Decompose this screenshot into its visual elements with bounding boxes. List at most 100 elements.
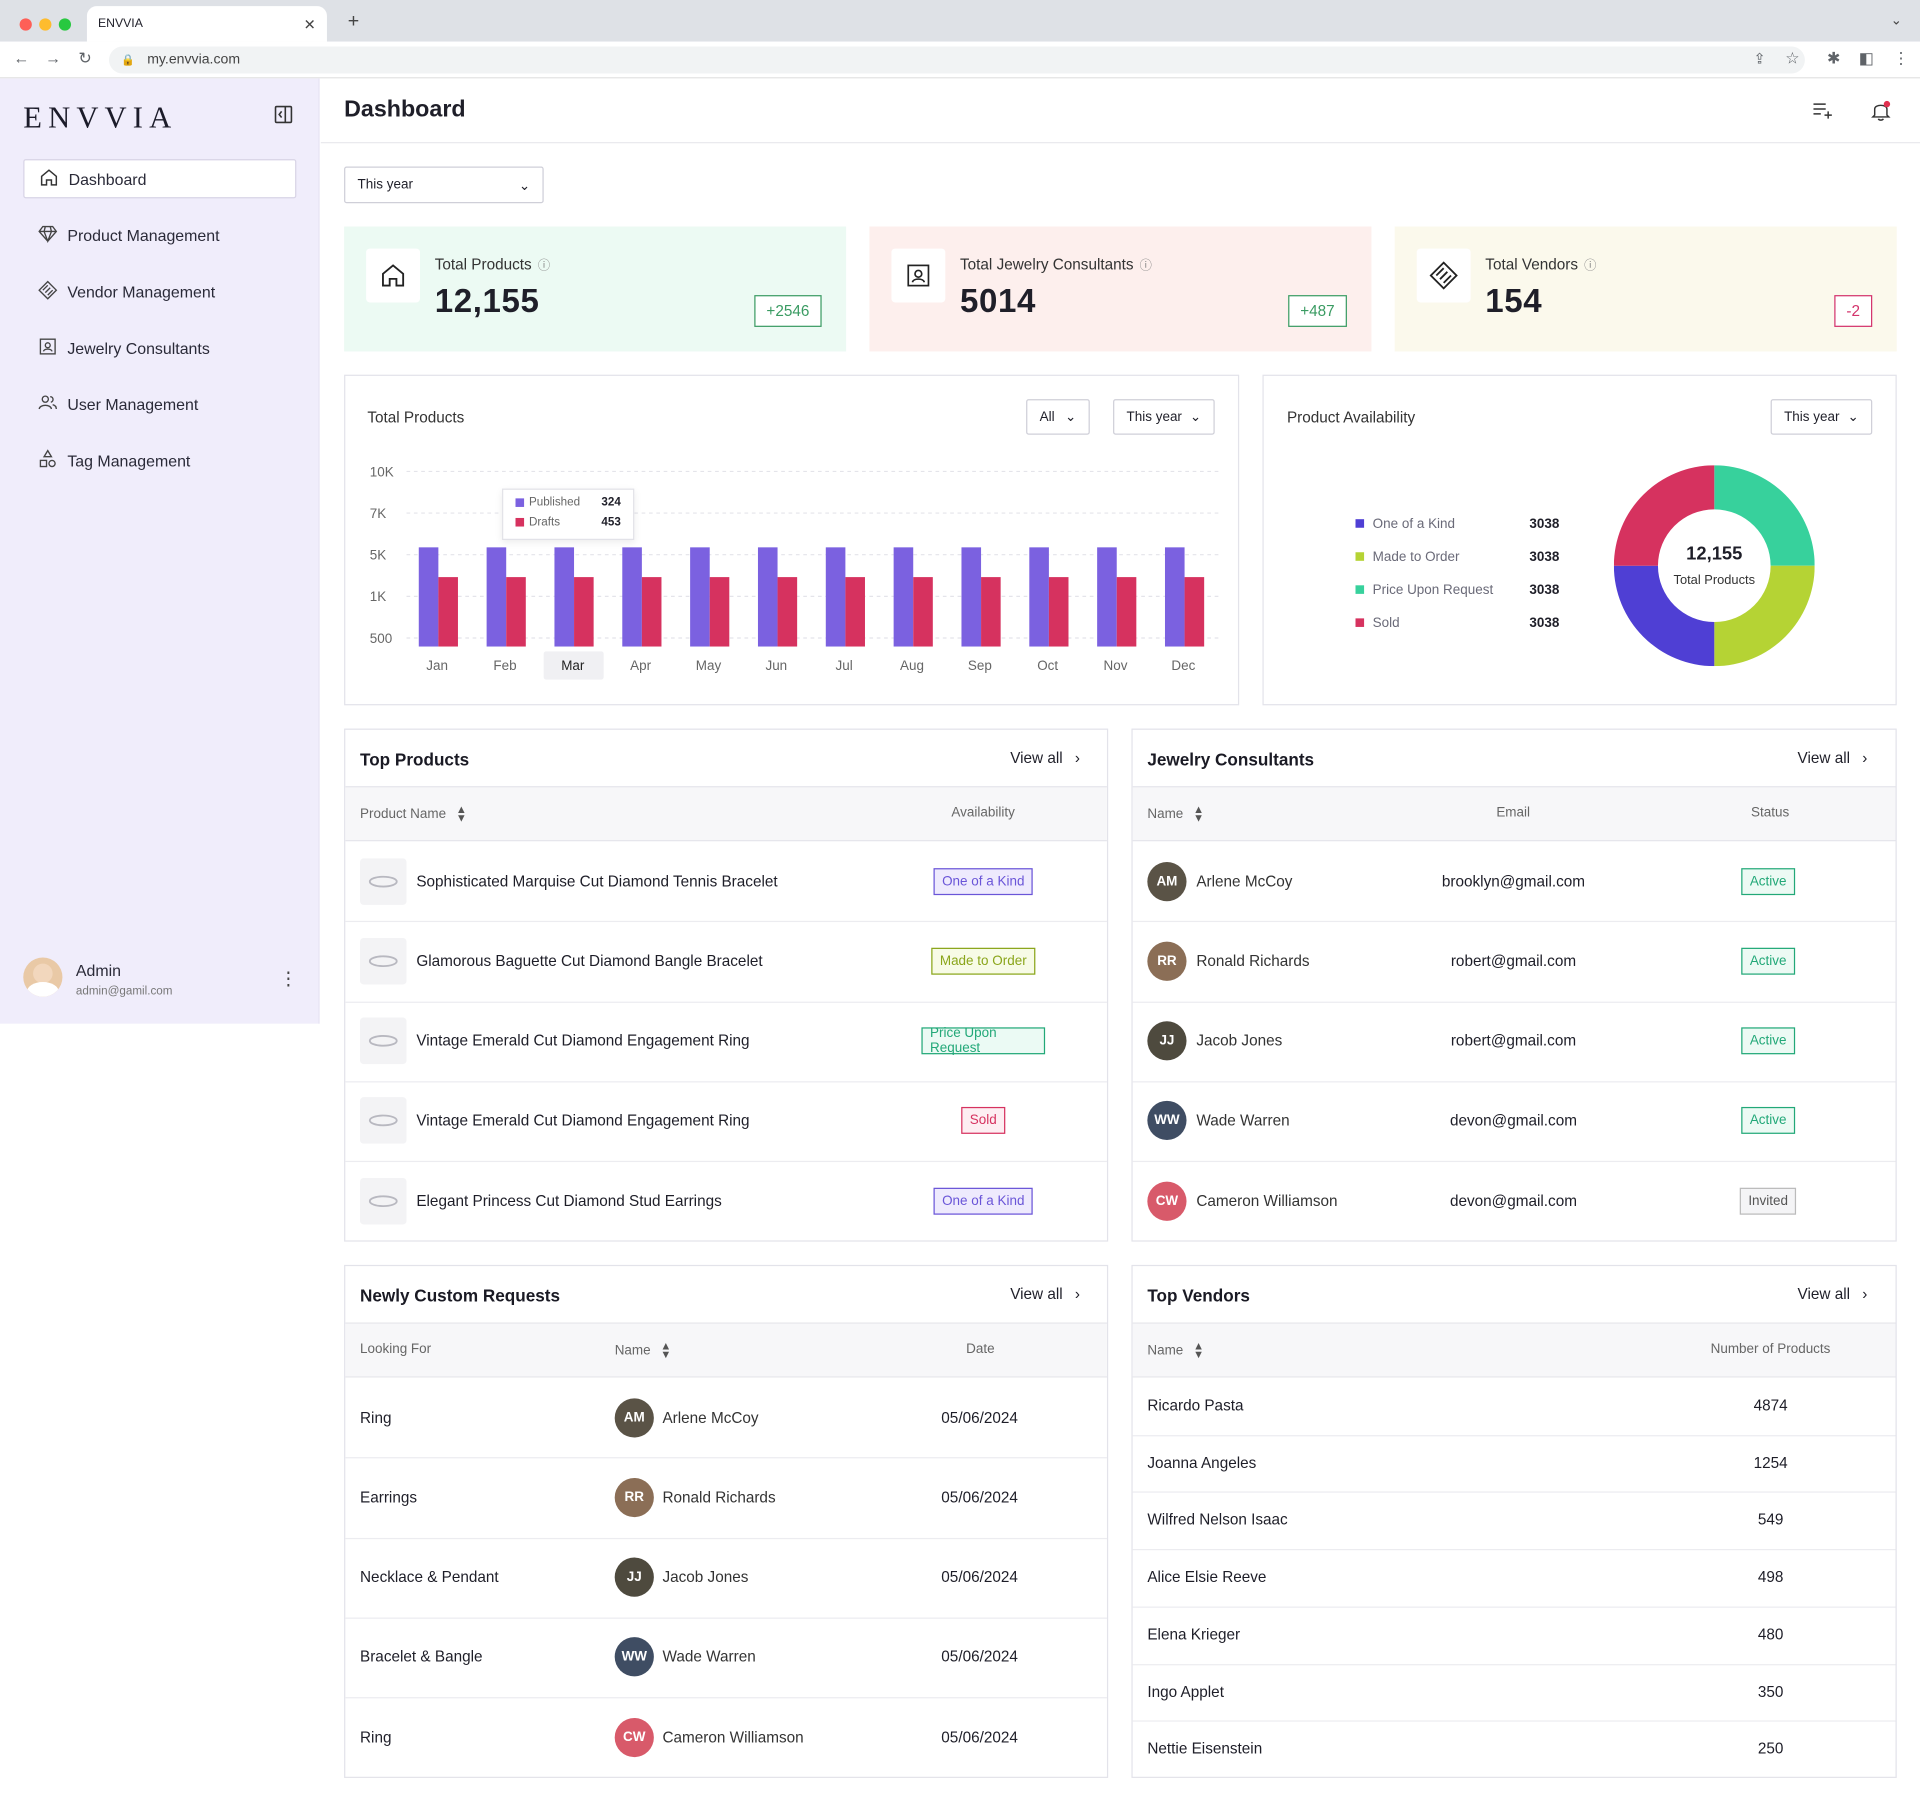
bar-drafts-mar[interactable] — [574, 577, 594, 647]
table-row[interactable]: Vintage Emerald Cut Diamond Engagement R… — [345, 1081, 1107, 1161]
new-tab-icon[interactable]: + — [348, 11, 359, 33]
bar-drafts-jan[interactable] — [438, 577, 458, 647]
chart-filter-all-select[interactable]: All ⌄ — [1026, 399, 1090, 435]
extensions-icon[interactable]: ✱ — [1827, 49, 1840, 69]
bar-published-apr[interactable] — [622, 547, 642, 647]
stat-label: Total Jewelry Consultants ⓘ — [960, 255, 1152, 273]
url-field[interactable]: 🔒 my.envvia.com — [108, 46, 1805, 74]
consultants-view-all-link[interactable]: View all › — [1798, 749, 1868, 766]
table-row[interactable]: RR Ronald Richards robert@gmail.com Acti… — [1133, 921, 1896, 1001]
bar-published-oct[interactable] — [1029, 547, 1049, 647]
sort-icon[interactable]: ▲ ▼ — [660, 1340, 671, 1360]
stat-card-total-vendors[interactable]: Total Vendors ⓘ 154 -2 — [1394, 226, 1897, 352]
custom-requests-view-all-link[interactable]: View all › — [1010, 1286, 1080, 1303]
sort-icon[interactable]: ▲ ▼ — [456, 804, 467, 824]
sidebar-item-product-management[interactable]: Product Management — [23, 216, 296, 255]
bar-drafts-apr[interactable] — [641, 577, 662, 647]
bar-published-jul[interactable] — [825, 547, 846, 647]
table-row[interactable]: Sophisticated Marquise Cut Diamond Tenni… — [345, 841, 1107, 921]
avatar[interactable] — [23, 957, 63, 997]
col-name[interactable]: Name ▲ ▼ — [1147, 804, 1204, 824]
sort-icon[interactable]: ▲ ▼ — [1193, 804, 1204, 824]
table-row[interactable]: Glamorous Baguette Cut Diamond Bangle Br… — [345, 921, 1107, 1001]
forward-icon[interactable]: → — [45, 49, 61, 67]
total-products-bar-chart: 10K 7K 5K 1K 500 Jan Feb Mar Apr May Jun Jul Aug Sep O… — [370, 464, 1219, 673]
bar-drafts-jul[interactable] — [845, 577, 865, 647]
browser-menu-icon[interactable]: ⋮ — [1893, 49, 1909, 69]
browser-tab[interactable]: ENVVIA ✕ — [86, 6, 327, 42]
side-panel-icon[interactable]: ◧ — [1859, 49, 1874, 69]
table-row[interactable]: JJ Jacob Jones robert@gmail.com Active — [1133, 1001, 1896, 1081]
bar-published-nov[interactable] — [1097, 547, 1117, 647]
table-row[interactable]: Nettie Eisenstein 250 — [1133, 1721, 1896, 1777]
table-row[interactable]: Joanna Angeles 1254 — [1133, 1435, 1896, 1491]
notification-bell-icon[interactable] — [1871, 100, 1891, 127]
sidebar-item-tag-management[interactable]: Tag Management — [23, 441, 296, 480]
bar-drafts-jun[interactable] — [777, 577, 798, 647]
bar-drafts-feb[interactable] — [506, 577, 526, 647]
sidebar-item-jewelry-consultants[interactable]: Jewelry Consultants — [23, 328, 296, 367]
sidebar-item-vendor-management[interactable]: Vendor Management — [23, 272, 296, 311]
bar-drafts-may[interactable] — [709, 577, 730, 647]
bar-drafts-nov[interactable] — [1116, 577, 1137, 647]
chart-period-select[interactable]: This year ⌄ — [1113, 399, 1215, 435]
user-menu-icon[interactable]: ⋮ — [279, 967, 297, 990]
bookmark-star-icon[interactable]: ☆ — [1785, 49, 1799, 69]
table-row[interactable]: Elegant Princess Cut Diamond Stud Earrin… — [345, 1161, 1107, 1241]
back-icon[interactable]: ← — [13, 49, 29, 67]
legend-label: Price Upon Request — [1372, 582, 1494, 597]
bar-published-jun[interactable] — [757, 547, 778, 647]
info-icon[interactable]: ⓘ — [1584, 255, 1596, 273]
add-list-icon[interactable] — [1812, 102, 1834, 125]
window-controls[interactable] — [19, 15, 79, 37]
bar-published-jan[interactable] — [418, 547, 439, 647]
info-icon[interactable]: ⓘ — [538, 255, 550, 273]
tab-list-chevron-icon[interactable]: ⌄ — [1891, 12, 1902, 28]
bar-drafts-aug[interactable] — [913, 577, 933, 647]
top-products-view-all-link[interactable]: View all › — [1010, 749, 1080, 766]
bar-published-feb[interactable] — [486, 547, 507, 647]
bar-drafts-sep[interactable] — [981, 577, 1001, 647]
bar-published-aug[interactable] — [893, 547, 914, 647]
table-row[interactable]: Ring AM Arlene McCoy 05/06/2024 — [345, 1378, 1107, 1458]
col-email: Email — [1496, 805, 1531, 821]
stat-card-total-products[interactable]: Total Products ⓘ 12,155 +2546 — [344, 226, 847, 352]
col-name[interactable]: Name ▲ ▼ — [1147, 1340, 1204, 1360]
bar-drafts-oct[interactable] — [1048, 577, 1069, 647]
availability-period-select[interactable]: This year ⌄ — [1770, 399, 1873, 435]
table-row[interactable]: Vintage Emerald Cut Diamond Engagement R… — [345, 1001, 1107, 1081]
table-row[interactable]: AM Arlene McCoy brooklyn@gmail.com Activ… — [1133, 841, 1896, 921]
collapse-sidebar-icon[interactable] — [274, 105, 293, 129]
table-row[interactable]: Earrings RR Ronald Richards 05/06/2024 — [345, 1458, 1107, 1538]
sidebar-item-user-management[interactable]: User Management — [23, 384, 296, 423]
stat-label: Total Products ⓘ — [435, 255, 550, 273]
bar-published-dec[interactable] — [1164, 547, 1185, 647]
table-row[interactable]: CW Cameron Williamson devon@gmail.com In… — [1133, 1161, 1896, 1241]
table-row[interactable]: Necklace & Pendant JJ Jacob Jones 05/06/… — [345, 1537, 1107, 1617]
bar-drafts-dec[interactable] — [1184, 577, 1205, 647]
table-row[interactable]: Bracelet & Bangle WW Wade Warren 05/06/2… — [345, 1617, 1107, 1697]
sort-icon[interactable]: ▲ ▼ — [1193, 1340, 1204, 1360]
stat-card-total-jewelry-consultants[interactable]: Total Jewelry Consultants ⓘ 5014 +487 — [869, 226, 1372, 352]
bar-published-mar[interactable] — [554, 547, 575, 647]
table-row[interactable]: Ring CW Cameron Williamson 05/06/2024 — [345, 1697, 1107, 1777]
sidebar-item-dashboard[interactable]: Dashboard — [23, 159, 297, 199]
table-row[interactable]: Wilfred Nelson Isaac 549 — [1133, 1492, 1896, 1548]
envvia-logo[interactable]: ENVVIA — [23, 102, 177, 136]
period-filter-select[interactable]: This year ⌄ — [344, 166, 544, 204]
user-email: admin@gamil.com — [75, 984, 173, 998]
reload-icon[interactable]: ↻ — [78, 49, 91, 69]
table-row[interactable]: Elena Krieger 480 — [1133, 1606, 1896, 1662]
table-row[interactable]: Alice Elsie Reeve 498 — [1133, 1549, 1896, 1605]
table-row[interactable]: WW Wade Warren devon@gmail.com Active — [1133, 1081, 1896, 1161]
table-row[interactable]: Ingo Applet 350 — [1133, 1663, 1896, 1719]
bar-published-sep[interactable] — [961, 547, 982, 647]
col-name[interactable]: Name ▲ ▼ — [615, 1340, 672, 1360]
close-tab-icon[interactable]: ✕ — [304, 15, 316, 32]
table-row[interactable]: Ricardo Pasta 4874 — [1133, 1378, 1896, 1434]
top-vendors-view-all-link[interactable]: View all › — [1798, 1286, 1868, 1303]
bar-published-may[interactable] — [690, 547, 710, 647]
col-product-name[interactable]: Product Name ▲ ▼ — [360, 804, 467, 824]
share-icon[interactable]: ⇪ — [1753, 50, 1765, 67]
info-icon[interactable]: ⓘ — [1140, 255, 1152, 273]
